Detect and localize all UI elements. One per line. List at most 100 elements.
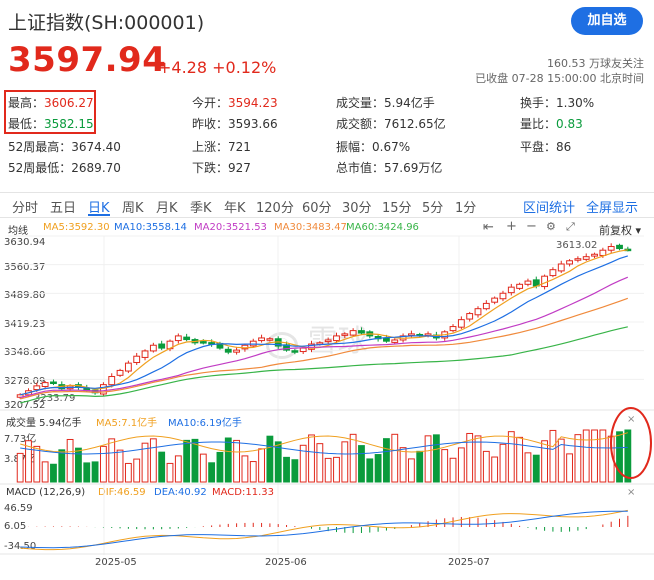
volume-bar	[316, 443, 324, 483]
volume-bar	[432, 434, 440, 483]
candle-body	[407, 333, 415, 336]
volume-bar	[549, 429, 557, 483]
candle-body	[516, 283, 524, 289]
volume-bar	[233, 439, 241, 483]
volume-bar	[158, 451, 166, 483]
candle-body	[383, 337, 390, 342]
volume-bar	[383, 438, 390, 483]
volume-bar	[183, 439, 191, 483]
volume-bar	[474, 435, 482, 483]
candle-body	[591, 253, 598, 257]
candle-body	[566, 260, 573, 265]
volume-bar	[391, 433, 399, 483]
candle-body	[124, 362, 132, 372]
volume-bar	[83, 462, 91, 483]
volume-bar	[358, 445, 365, 483]
volume-bar	[541, 440, 549, 483]
candle-body	[616, 244, 623, 250]
volume-bar	[33, 445, 41, 483]
candle-body	[333, 335, 340, 342]
candle-body	[524, 280, 532, 285]
volume-bar	[216, 451, 224, 483]
volume-bar	[91, 461, 99, 483]
candle-body	[466, 313, 474, 320]
candle-body	[133, 355, 141, 364]
volume-bar	[241, 455, 249, 483]
volume-bar	[224, 437, 232, 483]
volume-bar	[324, 457, 332, 483]
candle-body	[607, 246, 615, 251]
volume-bar	[166, 462, 174, 483]
volume-bar	[424, 435, 432, 483]
candle-body	[574, 258, 582, 261]
kline-chart[interactable]	[0, 0, 654, 580]
volume-bar	[624, 429, 632, 483]
volume-bar	[574, 434, 582, 483]
volume-bar	[41, 461, 49, 483]
candle-body	[541, 275, 549, 288]
volume-bar	[582, 429, 590, 483]
candle-body	[507, 286, 515, 294]
volume-bar	[524, 452, 532, 483]
candle-body	[599, 249, 607, 256]
volume-bar	[124, 462, 132, 483]
volume-bar	[566, 453, 573, 483]
candle-body	[324, 339, 332, 343]
volume-bar	[199, 453, 207, 483]
candle-body	[141, 350, 149, 358]
volume-bar	[58, 449, 66, 483]
candle-body	[449, 326, 457, 332]
candle-body	[557, 263, 565, 272]
volume-bar	[507, 431, 515, 483]
candle-body	[174, 335, 182, 342]
candle-body	[349, 330, 357, 336]
candle-body	[50, 381, 57, 385]
candle-body	[149, 344, 157, 352]
volume-bar	[591, 429, 598, 483]
volume-bar	[66, 438, 74, 483]
candle-body	[233, 349, 241, 353]
volume-bar	[399, 447, 407, 483]
candle-body	[424, 333, 432, 336]
volume-bar	[482, 450, 490, 483]
volume-bar	[249, 461, 257, 483]
candle-body	[457, 319, 465, 328]
candle-body	[341, 333, 349, 336]
volume-bar	[341, 441, 349, 483]
volume-bar	[208, 462, 216, 483]
candle-body	[549, 269, 557, 277]
volume-bar	[449, 457, 457, 483]
volume-bar	[75, 447, 82, 483]
volume-bar	[491, 456, 499, 483]
volume-bar	[108, 438, 116, 483]
volume-bar	[333, 456, 340, 483]
volume-bar	[258, 448, 265, 483]
candle-body	[482, 302, 490, 310]
volume-bar	[174, 455, 182, 483]
volume-bar	[366, 458, 374, 483]
volume-bar	[266, 435, 274, 483]
candle-body	[491, 297, 499, 303]
volume-bar	[291, 459, 299, 483]
volume-bar	[191, 438, 199, 483]
volume-bar	[133, 458, 141, 483]
candle-body	[116, 369, 124, 376]
volume-bar	[349, 433, 357, 483]
volume-bar	[532, 454, 540, 483]
candle-body	[158, 343, 166, 349]
volume-bar	[599, 429, 607, 483]
volume-bar	[16, 452, 24, 483]
candle-body	[258, 337, 265, 342]
volume-bar	[99, 445, 107, 483]
volume-bar	[149, 438, 157, 483]
candle-body	[291, 350, 299, 353]
candle-body	[358, 330, 365, 334]
candle-body	[391, 339, 399, 343]
candle-body	[199, 341, 207, 344]
macd-dif-line	[20, 509, 628, 551]
candle-body	[33, 385, 41, 391]
candle-body	[183, 336, 191, 341]
volume-bar	[441, 449, 449, 483]
volume-bar	[116, 449, 124, 483]
candle-body	[499, 292, 507, 300]
